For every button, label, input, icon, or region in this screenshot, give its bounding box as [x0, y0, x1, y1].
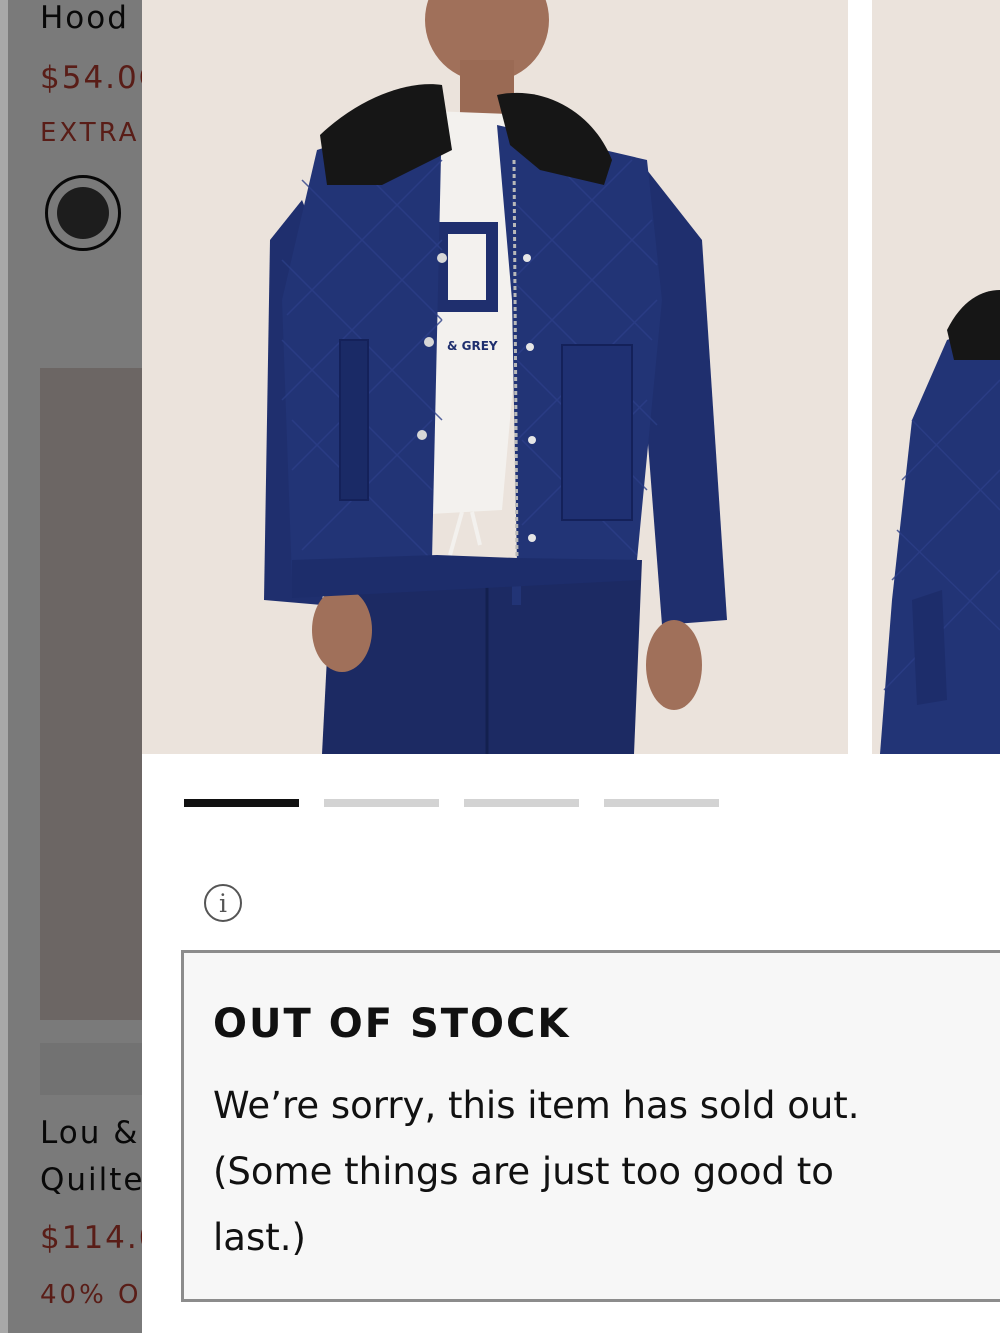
carousel-pager — [184, 799, 719, 807]
pager-dot-4[interactable] — [604, 799, 719, 807]
out-of-stock-notice: OUT OF STOCK We’re sorry, this item has … — [181, 950, 1000, 1302]
notice-title: OUT OF STOCK — [213, 1001, 571, 1047]
screen-edge — [0, 0, 8, 1333]
pager-dot-3[interactable] — [464, 799, 579, 807]
shirt-print-text: & GREY — [447, 339, 498, 353]
pager-dot-2[interactable] — [324, 799, 439, 807]
info-icon[interactable]: i — [204, 884, 242, 922]
pager-dot-1[interactable] — [184, 799, 299, 807]
carousel-slide-current[interactable]: & GREY — [142, 0, 848, 754]
image-carousel[interactable]: & GREY — [142, 0, 1000, 754]
product-photo: & GREY — [142, 0, 848, 754]
quick-view-modal: & GREY i OUT OF STOCK We’re sorry, this … — [142, 0, 1000, 1333]
notice-message: We’re sorry, this item has sold out. (So… — [213, 1084, 860, 1259]
product-photo-next — [872, 0, 1000, 754]
carousel-slide-next[interactable] — [872, 0, 1000, 754]
